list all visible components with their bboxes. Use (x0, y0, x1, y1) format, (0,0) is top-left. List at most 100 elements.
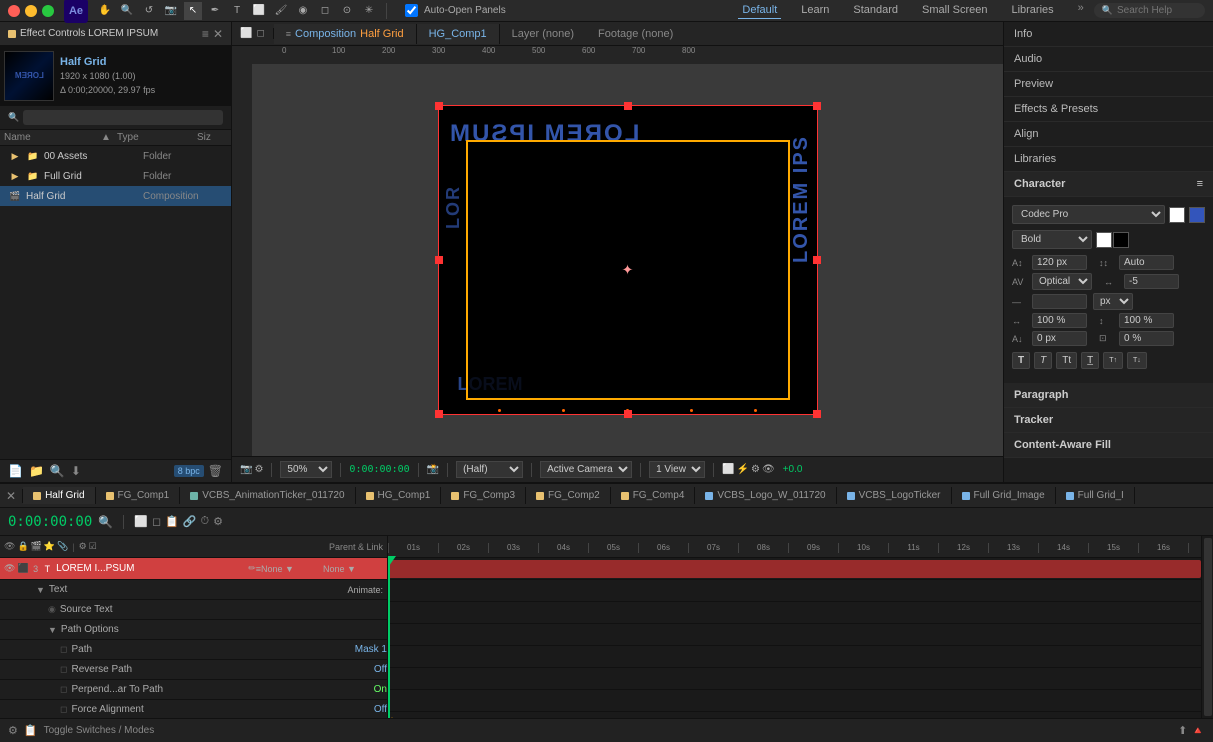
shape-tool[interactable]: ⬜ (250, 2, 268, 20)
tl-icon5[interactable]: ⏱ (201, 515, 210, 528)
lh-icon2[interactable]: 🔒 (17, 541, 28, 552)
hg-comp1-tab[interactable]: HG_Comp1 (417, 24, 500, 44)
zoom-select[interactable]: 50% 25% 100% (280, 461, 332, 478)
composition-tab[interactable]: ≡ Composition Half Grid (274, 24, 417, 44)
delete-icon[interactable]: 🗑 (208, 464, 223, 478)
search-icon-timeline[interactable]: 🔍 (98, 515, 113, 529)
workspace-tab-small-screen[interactable]: Small Screen (918, 2, 991, 19)
bit-depth[interactable]: 8 bpc (174, 465, 204, 477)
track-scrollbar-thumb[interactable] (1204, 538, 1212, 716)
italic-btn[interactable]: T (1034, 352, 1052, 369)
libraries-section[interactable]: Libraries (1004, 147, 1213, 172)
bc-icon1[interactable]: ⬆ (1178, 724, 1187, 737)
smallcaps-btn[interactable]: T̲ (1081, 352, 1099, 369)
camera-snapshot-icon[interactable]: 📸 (427, 464, 439, 475)
project-item-fullgrid[interactable]: ▶ 📁 Full Grid Folder (0, 166, 231, 186)
stamp-tool[interactable]: ◉ (294, 2, 312, 20)
panel-close-btn[interactable]: ✕ (213, 27, 223, 41)
align-section[interactable]: Align (1004, 122, 1213, 147)
timeline-tab-vcbs-logoticker[interactable]: VCBS_LogoTicker (837, 487, 952, 504)
subscript-btn[interactable]: T↓ (1127, 352, 1147, 369)
v-scale-input[interactable] (1119, 313, 1174, 328)
info-section[interactable]: Info (1004, 22, 1213, 47)
camera-select[interactable]: Active Camera (540, 461, 632, 478)
hand-tool[interactable]: ✋ (96, 2, 114, 20)
workspace-tab-libraries[interactable]: Libraries (1007, 2, 1057, 19)
timecode-display[interactable]: 0:00:00:00 (8, 514, 92, 530)
timeline-tab-fgcomp2[interactable]: FG_Comp2 (526, 487, 611, 504)
audio-section[interactable]: Audio (1004, 47, 1213, 72)
timeline-tab-fullgrid-image[interactable]: Full Grid_Image (952, 487, 1056, 504)
tracking-value-input[interactable] (1124, 274, 1179, 289)
preview-section[interactable]: Preview (1004, 72, 1213, 97)
font-select[interactable]: Codec Pro (1012, 205, 1165, 224)
tsume-input[interactable] (1119, 331, 1174, 346)
character-panel-menu[interactable]: ≡ (1197, 178, 1203, 190)
resolution-select[interactable]: (Half) (Full) (Quarter) (456, 461, 523, 478)
tl-icon2[interactable]: ◻ (152, 515, 161, 528)
prop-path[interactable]: ◻ Path Mask 1 (0, 640, 387, 660)
new-item-icon[interactable]: 📄 (8, 464, 23, 478)
layer-item-lorem[interactable]: 👁 ⬛ 3 T LOREM I...PSUM ✏ ≡ None ▼ None ▼ (0, 558, 387, 580)
close-button[interactable] (8, 5, 20, 17)
timeline-tab-vcbs[interactable]: VCBS_AnimationTicker_011720 (180, 487, 355, 504)
toggle-icon1[interactable]: ⬜ (722, 464, 734, 475)
new-folder-icon[interactable]: 📁 (29, 464, 44, 478)
bottom-icon2[interactable]: 📋 (24, 724, 38, 737)
project-item-halfgrid[interactable]: 🎬 Half Grid Composition (0, 186, 231, 206)
timeline-tab-fgcomp1[interactable]: FG_Comp1 (96, 487, 181, 504)
roto-tool[interactable]: ⊙ (338, 2, 356, 20)
prop-force-align[interactable]: ◻ Force Alignment Off (0, 700, 387, 718)
more-workspaces[interactable]: » (1078, 2, 1084, 19)
composition-canvas[interactable]: LOREM IPSUM LOREM IPS LOR LOREM (438, 105, 818, 415)
superscript-btn[interactable]: T↑ (1103, 352, 1123, 369)
timeline-tab-hgcomp1[interactable]: HG_Comp1 (356, 487, 442, 504)
leading-input[interactable] (1119, 255, 1174, 270)
timeline-tab-fgcomp4[interactable]: FG_Comp4 (611, 487, 696, 504)
line-unit-select[interactable]: px pt (1093, 293, 1133, 310)
rotate-tool[interactable]: ↺ (140, 2, 158, 20)
workspace-tab-learn[interactable]: Learn (797, 2, 833, 19)
prop-source-text[interactable]: ◉ Source Text (0, 600, 387, 620)
prop-path-options[interactable]: ▼ Path Options (0, 620, 387, 640)
track-bar-main[interactable] (388, 560, 1201, 578)
tl-icon3[interactable]: 📋 (165, 515, 179, 528)
lh-icon5[interactable]: 📎 (57, 541, 68, 552)
panel-menu-btn[interactable]: ≡ (202, 27, 209, 41)
zoom-tool[interactable]: 🔍 (118, 2, 136, 20)
timeline-tab-vcbs-logo[interactable]: VCBS_Logo_W_011720 (695, 487, 836, 504)
maximize-button[interactable] (42, 5, 54, 17)
font-size-input[interactable] (1032, 255, 1087, 270)
puppet-tool[interactable]: ✳ (360, 2, 378, 20)
bottom-icon1[interactable]: ⚙ (8, 724, 18, 737)
paragraph-section[interactable]: Paragraph (1004, 383, 1213, 408)
allcaps-btn[interactable]: Tt (1056, 352, 1077, 369)
resolution-control[interactable]: (Half) (Full) (Quarter) (456, 461, 523, 478)
project-item-assets[interactable]: ▶ 📁 00 Assets Folder (0, 146, 231, 166)
brush-tool[interactable]: 🖌 (272, 2, 290, 20)
tracker-section[interactable]: Tracker (1004, 408, 1213, 433)
toggle-icon3[interactable]: ⚙ (751, 464, 760, 475)
search-input[interactable] (1117, 5, 1197, 16)
view-select[interactable]: 1 View (649, 461, 705, 478)
effects-presets-section[interactable]: Effects & Presets (1004, 97, 1213, 122)
always-preview-icon[interactable]: 📷 (240, 464, 252, 475)
view-control[interactable]: 1 View (649, 461, 705, 478)
camera-control[interactable]: Active Camera (540, 461, 632, 478)
select-tool[interactable]: ↖ (184, 2, 202, 20)
prop-reverse-path[interactable]: ◻ Reverse Path Off (0, 660, 387, 680)
timeline-tab-halfgrid[interactable]: Half Grid (23, 487, 95, 504)
toggle-icon4[interactable]: 👁 (762, 464, 775, 475)
search-icon-bottom[interactable]: 🔍 (50, 464, 65, 478)
pen-tool[interactable]: ✒ (206, 2, 224, 20)
baseline-input[interactable] (1032, 331, 1087, 346)
workspace-tab-standard[interactable]: Standard (849, 2, 902, 19)
lh-icon1[interactable]: 👁 (4, 541, 15, 552)
viewer-settings-icon[interactable]: ⚙ (254, 464, 263, 475)
layer-vis-icon[interactable]: 👁 (4, 563, 15, 574)
timeline-close-btn[interactable]: ✕ (0, 489, 23, 503)
prop-text[interactable]: ▼ Text Animate: (0, 580, 387, 600)
font-style-select[interactable]: Bold Regular Italic (1012, 230, 1092, 249)
timeline-tab-fgcomp3[interactable]: FG_Comp3 (441, 487, 526, 504)
bold-btn[interactable]: T (1012, 352, 1030, 369)
